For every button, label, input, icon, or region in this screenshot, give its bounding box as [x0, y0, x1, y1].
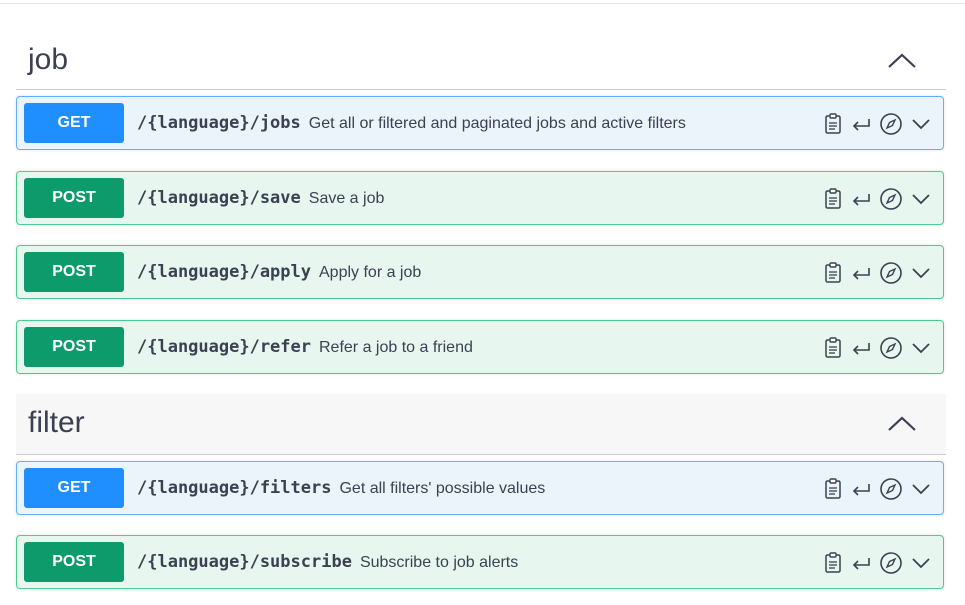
operation-path: /{language}/jobs Get all or filtered and …	[137, 113, 686, 134]
chevron-down-icon[interactable]	[909, 112, 933, 136]
operation-actions	[823, 335, 933, 361]
operation-description: Get all filters' possible values	[339, 480, 546, 497]
chevron-down-icon[interactable]	[909, 187, 933, 211]
path-text: /{language}/filters	[137, 478, 332, 498]
chevron-up-icon	[888, 416, 916, 431]
clipboard-icon[interactable]	[823, 336, 843, 360]
collapse-section-button[interactable]	[884, 47, 920, 75]
operation-path: /{language}/subscribe Subscribe to job al…	[137, 552, 518, 573]
operation-actions	[823, 260, 933, 286]
operation-post-subscribe[interactable]: POST /{language}/subscribe Subscribe to j…	[16, 535, 944, 589]
method-badge: POST	[24, 178, 124, 218]
operation-description: Apply for a job	[319, 264, 422, 281]
path-text: /{language}/refer	[137, 337, 311, 357]
operation-get-jobs[interactable]: GET /{language}/jobs Get all or filtered …	[16, 96, 944, 150]
chevron-down-icon[interactable]	[909, 261, 933, 285]
clipboard-icon[interactable]	[823, 112, 843, 136]
top-divider	[0, 3, 965, 4]
chevron-down-icon[interactable]	[909, 477, 933, 501]
method-badge: POST	[24, 327, 124, 367]
operation-path: /{language}/filters Get all filters' poss…	[137, 478, 545, 499]
operation-actions	[823, 476, 933, 502]
operation-post-refer[interactable]: POST /{language}/refer Refer a job to a f…	[16, 320, 944, 374]
operation-actions	[823, 186, 933, 212]
operation-path: /{language}/apply Apply for a job	[137, 262, 421, 283]
clipboard-icon[interactable]	[823, 477, 843, 501]
chevron-up-icon	[888, 53, 916, 68]
path-text: /{language}/apply	[137, 262, 311, 282]
compass-icon[interactable]	[879, 112, 903, 136]
return-arrow-icon[interactable]	[849, 477, 873, 501]
operation-post-apply[interactable]: POST /{language}/apply Apply for a job	[16, 245, 944, 299]
operation-post-save[interactable]: POST /{language}/save Save a job	[16, 171, 944, 225]
compass-icon[interactable]	[879, 187, 903, 211]
return-arrow-icon[interactable]	[849, 261, 873, 285]
operation-actions	[823, 111, 933, 137]
section-filter: filter	[16, 394, 946, 455]
path-text: /{language}/subscribe	[137, 552, 352, 572]
chevron-down-icon[interactable]	[909, 336, 933, 360]
section-title: job	[28, 43, 69, 76]
section-header[interactable]: filter	[16, 394, 946, 455]
collapse-section-button[interactable]	[884, 410, 920, 438]
section-title: filter	[28, 406, 85, 439]
clipboard-icon[interactable]	[823, 551, 843, 575]
return-arrow-icon[interactable]	[849, 187, 873, 211]
method-badge: POST	[24, 252, 124, 292]
return-arrow-icon[interactable]	[849, 112, 873, 136]
section-header[interactable]: job	[16, 33, 946, 90]
method-badge: POST	[24, 542, 124, 582]
operation-path: /{language}/refer Refer a job to a friend	[137, 337, 473, 358]
method-badge: GET	[24, 468, 124, 508]
return-arrow-icon[interactable]	[849, 336, 873, 360]
compass-icon[interactable]	[879, 261, 903, 285]
operation-path: /{language}/save Save a job	[137, 188, 384, 209]
path-text: /{language}/save	[137, 188, 301, 208]
compass-icon[interactable]	[879, 477, 903, 501]
chevron-down-icon[interactable]	[909, 551, 933, 575]
operation-get-filters[interactable]: GET /{language}/filters Get all filters' …	[16, 461, 944, 515]
operation-description: Get all or filtered and paginated jobs a…	[308, 115, 686, 132]
operation-actions	[823, 550, 933, 576]
compass-icon[interactable]	[879, 551, 903, 575]
clipboard-icon[interactable]	[823, 187, 843, 211]
compass-icon[interactable]	[879, 336, 903, 360]
clipboard-icon[interactable]	[823, 261, 843, 285]
path-text: /{language}/jobs	[137, 113, 301, 133]
return-arrow-icon[interactable]	[849, 551, 873, 575]
operation-description: Refer a job to a friend	[319, 339, 473, 356]
method-badge: GET	[24, 103, 124, 143]
section-job: job	[16, 33, 946, 90]
operation-description: Subscribe to job alerts	[359, 554, 519, 571]
operation-description: Save a job	[308, 190, 385, 207]
